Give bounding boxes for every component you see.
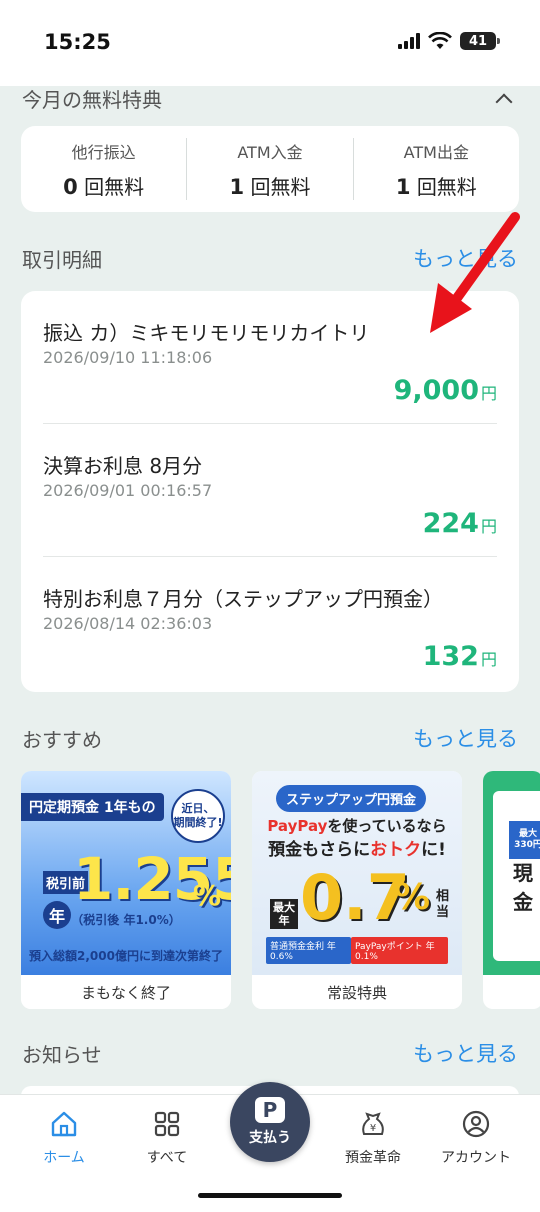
transaction-title: 決算お利息 8月分 <box>43 454 203 478</box>
promo-caption: 常設特典 <box>252 975 462 1009</box>
amount-unit: 円 <box>480 650 497 669</box>
account-icon <box>462 1110 490 1138</box>
status-bar: 15:25 41 <box>0 0 540 86</box>
promo-tag: 円定期預金 1年もの <box>21 793 164 821</box>
promo-split-b: PayPayポイント 年0.1% <box>351 937 448 964</box>
battery-icon: 41 <box>460 32 500 50</box>
promo-max: 最大年 <box>270 899 298 930</box>
promo-split: 普通預金金利 年0.6% PayPayポイント 年0.1% <box>266 937 448 964</box>
promo-card-step-up[interactable]: ステップアップ円預金 PayPayを使っているなら 預金もさらにおトクに! 最大… <box>252 771 462 1009</box>
promo-banner: 最大 330円 現金 <box>483 771 540 975</box>
transaction-row[interactable]: 特別お利息７月分（ステップアップ円預金） 2026/08/14 02:36:03… <box>43 557 497 690</box>
transaction-amount: 224 円 <box>423 508 497 539</box>
free-benefits-card: 他行振込 0 回無料 ATM入金 1 回無料 ATM出金 1 回無料 <box>21 126 519 212</box>
chevron-up-icon[interactable] <box>495 93 513 110</box>
paypay-logo-icon: P <box>255 1097 285 1123</box>
status-icons: 41 <box>398 32 500 50</box>
free-benefits-header[interactable]: 今月の無料特典 <box>22 84 518 113</box>
tab-account[interactable]: アカウント <box>428 1109 524 1167</box>
tab-label: 預金革命 <box>345 1150 401 1166</box>
amount-value: 224 <box>422 508 479 539</box>
benefit-suffix: 回無料 <box>416 174 477 199</box>
promo-line1-rest: を使っているなら <box>327 817 447 835</box>
promo-line1: PayPayを使っているなら <box>252 815 462 836</box>
benefit-atm-withdrawal: ATM出金 1 回無料 <box>352 138 519 200</box>
pay-label: 支払う <box>249 1130 291 1146</box>
promo-card-cash[interactable]: 最大 330円 現金 <box>483 771 540 1009</box>
promo-carousel[interactable]: 円定期預金 1年もの 近日、 期間終了! 税引前 年 1.255 % （税引後 … <box>21 771 540 1009</box>
promo-equiv: 相当 <box>436 889 450 920</box>
promo-rate-unit: % <box>193 879 222 912</box>
promo-after-tax: （税引後 年1.0%） <box>71 913 181 927</box>
tab-all[interactable]: すべて <box>119 1109 215 1167</box>
transaction-date: 2026/09/10 11:18:06 <box>43 348 213 367</box>
promo-card-time-deposit[interactable]: 円定期預金 1年もの 近日、 期間終了! 税引前 年 1.255 % （税引後 … <box>21 771 231 1009</box>
transactions-card: 振込 カ）ミキモリモリモリカイトリ 2026/09/10 11:18:06 9,… <box>21 291 519 692</box>
transaction-title: 振込 カ）ミキモリモリモリカイトリ <box>43 321 370 345</box>
promo-line2-a: 預金もさらに <box>268 840 371 860</box>
promo-line2-c: に! <box>421 840 446 860</box>
benefit-label: ATM出金 <box>403 142 469 162</box>
benefit-transfer: 他行振込 0 回無料 <box>21 126 186 212</box>
money-bag-icon: ¥ <box>362 1112 384 1135</box>
promo-line2: 預金もさらにおトクに! <box>252 835 462 860</box>
benefit-suffix: 回無料 <box>84 174 145 199</box>
transaction-title: 特別お利息７月分（ステップアップ円預金） <box>43 587 443 611</box>
promo-soon-badge: 近日、 期間終了! <box>171 789 225 843</box>
grid-icon <box>154 1111 180 1137</box>
benefit-count: 1 <box>229 174 245 199</box>
promo-banner: ステップアップ円預金 PayPayを使っているなら 預金もさらにおトクに! 最大… <box>252 771 462 975</box>
transactions-title: 取引明細 <box>22 247 102 272</box>
promo-caption: まもなく終了 <box>21 975 231 1009</box>
benefit-atm-deposit: ATM入金 1 回無料 <box>186 138 352 200</box>
benefit-count: 0 <box>63 174 78 199</box>
notices-title: お知らせ <box>22 1042 102 1067</box>
status-time: 15:25 <box>44 30 111 54</box>
home-icon <box>51 1111 77 1137</box>
amount-value: 9,000 <box>393 375 479 406</box>
notices-more-link[interactable]: もっと見る <box>413 1038 518 1068</box>
benefit-count: 1 <box>395 174 411 199</box>
pay-button[interactable]: P 支払う <box>230 1082 310 1162</box>
tab-label: ホーム <box>43 1150 85 1166</box>
notices-header: お知らせ もっと見る <box>22 1038 518 1068</box>
benefit-suffix: 回無料 <box>250 174 311 199</box>
transaction-date: 2026/09/01 00:16:57 <box>43 481 213 500</box>
home-indicator[interactable] <box>198 1193 342 1198</box>
transaction-amount: 132 円 <box>423 641 497 672</box>
amount-unit: 円 <box>480 517 497 536</box>
transaction-amount: 9,000 円 <box>394 375 497 406</box>
promo-limit: 預入総額2,000億円に到達次第終了 <box>29 949 223 963</box>
tab-label: すべて <box>146 1150 188 1166</box>
transaction-date: 2026/08/14 02:36:03 <box>43 614 213 633</box>
recommend-more-link[interactable]: もっと見る <box>413 723 518 753</box>
promo-banner: 円定期預金 1年もの 近日、 期間終了! 税引前 年 1.255 % （税引後 … <box>21 771 231 975</box>
benefit-value: 0 回無料 <box>63 171 144 200</box>
svg-text:¥: ¥ <box>370 1123 376 1134</box>
promo-split-a: 普通預金金利 年0.6% <box>266 937 352 964</box>
promo-cash: 現金 <box>513 861 533 914</box>
tab-home[interactable]: ホーム <box>16 1109 112 1167</box>
annotation-arrow-icon <box>430 212 520 333</box>
tab-label: アカウント <box>441 1150 511 1166</box>
paypay-text: PayPay <box>267 817 328 835</box>
benefit-label: ATM入金 <box>237 142 303 162</box>
recommend-title: おすすめ <box>22 727 102 752</box>
amount-unit: 円 <box>480 384 497 403</box>
amount-value: 132 <box>422 641 479 672</box>
promo-badge: 最大 330円 <box>509 821 540 859</box>
free-benefits-title: 今月の無料特典 <box>22 88 162 112</box>
benefit-value: 1 回無料 <box>396 171 477 200</box>
tab-savings-revolution[interactable]: ¥ 預金革命 <box>325 1109 421 1167</box>
cellular-signal-icon <box>398 33 420 49</box>
promo-tag: ステップアップ円預金 <box>276 785 427 812</box>
recommend-header: おすすめ もっと見る <box>22 723 518 753</box>
benefit-label: 他行振込 <box>71 142 136 162</box>
wifi-icon <box>428 32 452 49</box>
promo-rate-unit: % <box>394 877 431 918</box>
promo-line2-b: おトク <box>370 840 422 860</box>
transaction-row[interactable]: 決算お利息 8月分 2026/09/01 00:16:57 224 円 <box>43 424 497 557</box>
benefit-value: 1 回無料 <box>230 171 311 200</box>
